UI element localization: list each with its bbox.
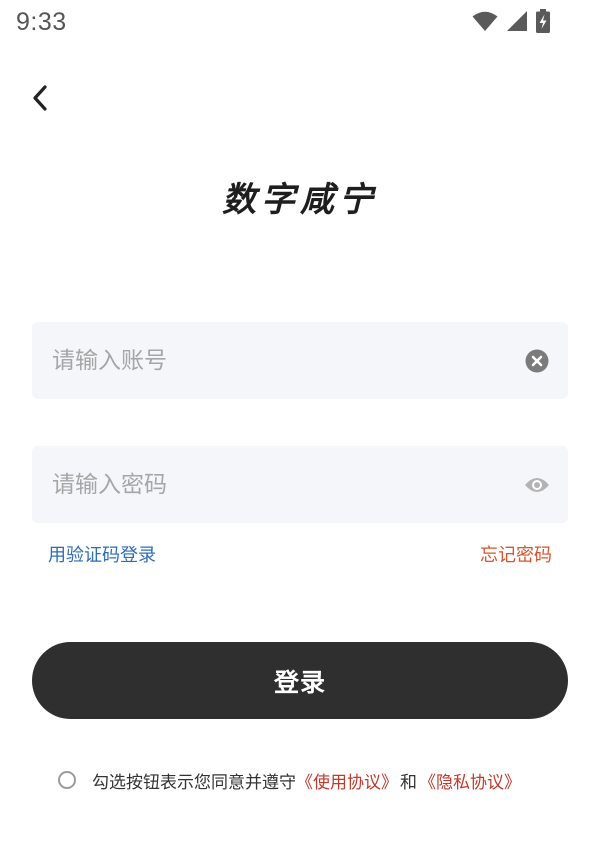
agreement-row: 勾选按钮表示您同意并遵守 《使用协议》 和 《隐私协议》 — [58, 767, 521, 793]
privacy-link[interactable]: 《隐私协议》 — [419, 768, 521, 793]
login-button[interactable]: 登录 — [32, 642, 568, 719]
password-input[interactable] — [52, 446, 502, 523]
status-icons — [472, 9, 550, 33]
password-field — [32, 446, 568, 523]
sms-login-link[interactable]: 用验证码登录 — [48, 541, 156, 567]
battery-charging-icon — [536, 9, 550, 33]
forgot-password-link[interactable]: 忘记密码 — [480, 541, 552, 567]
signal-icon — [506, 10, 528, 32]
app-logo-title: 数字咸宁 — [222, 180, 378, 220]
agreement-text: 勾选按钮表示您同意并遵守 — [92, 772, 296, 793]
account-field — [32, 322, 568, 399]
chevron-left-icon — [32, 85, 48, 115]
terms-link[interactable]: 《使用协议》 — [296, 768, 398, 793]
back-button[interactable] — [24, 82, 56, 118]
agreement-and: 和 — [400, 772, 417, 793]
wifi-icon — [472, 10, 498, 32]
account-input[interactable] — [52, 322, 502, 399]
agreement-checkbox[interactable] — [58, 771, 76, 789]
clear-icon[interactable] — [524, 348, 550, 374]
status-bar: 9:33 — [0, 0, 600, 46]
status-time: 9:33 — [16, 8, 67, 36]
eye-icon[interactable] — [524, 472, 550, 498]
